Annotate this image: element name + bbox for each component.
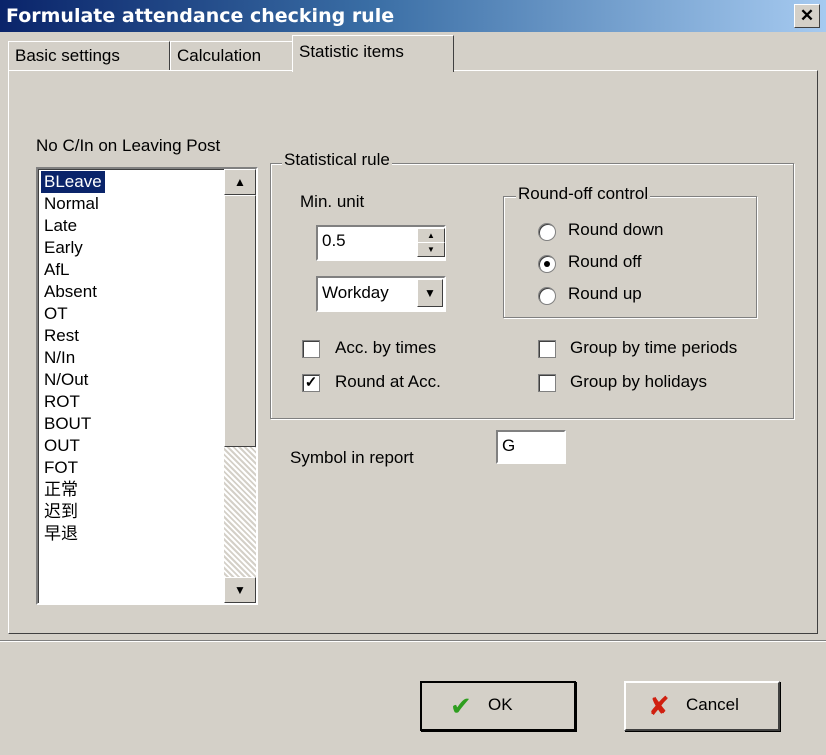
round-at-acc-label: Round at Acc. [335,372,441,391]
list-item[interactable]: BOUT [41,413,94,435]
tab-calculation[interactable]: Calculation [170,41,294,70]
list-item[interactable]: OT [41,303,71,325]
round-down-label: Round down [568,220,664,239]
tab-statistic-items[interactable]: Statistic items [292,35,454,72]
group-by-holidays-checkbox[interactable] [538,374,556,392]
round-up-label: Round up [568,284,642,303]
triangle-down-icon: ▼ [427,245,435,254]
radio-selected-dot [544,261,550,267]
footer-divider [0,640,826,642]
symbol-label: Symbol in report [290,448,414,467]
list-item[interactable]: N/Out [41,369,91,391]
ok-label: OK [488,695,513,714]
group-by-time-periods-label: Group by time periods [570,338,738,357]
unit-select-value: Workday [322,283,389,302]
triangle-up-icon: ▲ [427,231,435,240]
symbol-value: G [502,436,516,455]
min-unit-spinner[interactable]: 0.5 ▲ ▼ [316,225,446,261]
min-unit-value: 0.5 [322,231,346,250]
list-item[interactable]: 早退 [41,523,81,545]
list-item[interactable]: 迟到 [41,501,81,523]
list-item[interactable]: 正常 [41,479,81,501]
group-by-holidays-label: Group by holidays [570,372,708,391]
round-off-title: Round-off control [516,184,651,204]
ok-button[interactable]: ✔ OK [420,681,576,731]
list-item[interactable]: Late [41,215,80,237]
list-item[interactable]: OUT [41,435,83,457]
close-button[interactable]: ✕ [794,4,820,28]
list-item[interactable]: Rest [41,325,82,347]
list-item[interactable]: Absent [41,281,100,303]
min-unit-label: Min. unit [300,192,365,211]
list-item[interactable]: ROT [41,391,83,413]
group-by-time-periods-checkbox[interactable] [538,340,556,358]
scroll-down-button[interactable]: ▼ [224,577,256,603]
triangle-down-icon: ▼ [234,583,246,597]
round-down-radio[interactable] [538,223,556,241]
list-item[interactable]: Early [41,237,86,259]
dialog-window: Formulate attendance checking rule ✕ Bas… [0,0,826,755]
acc-by-times-label: Acc. by times [335,338,437,357]
cancel-button[interactable]: ✘ Cancel [624,681,780,731]
acc-by-times-checkbox[interactable] [302,340,320,358]
window-title: Formulate attendance checking rule [6,5,395,27]
unit-select[interactable]: Workday ▼ [316,276,446,312]
title-bar[interactable]: Formulate attendance checking rule ✕ [0,0,826,32]
list-label: No C/In on Leaving Post [36,136,221,155]
x-icon: ✘ [648,691,670,721]
check-icon: ✔ [450,691,472,721]
spin-up-button[interactable]: ▲ [417,228,445,243]
list-item-selected[interactable]: BLeave [40,170,106,194]
item-listbox[interactable]: BLeave Normal Late Early AfL Absent OT R… [36,167,258,605]
triangle-up-icon: ▲ [234,175,246,189]
round-at-acc-checkbox[interactable]: ✓ [302,374,320,392]
checkmark-icon: ✓ [304,374,318,391]
scroll-thumb[interactable] [224,195,256,447]
round-off-label: Round off [568,252,642,271]
statistical-rule-title: Statistical rule [282,150,392,170]
symbol-input[interactable]: G [496,430,566,464]
tab-basic-settings[interactable]: Basic settings [8,41,170,70]
round-off-radio[interactable] [538,255,556,273]
list-item[interactable]: AfL [41,259,73,281]
cancel-label: Cancel [686,695,739,714]
close-icon: ✕ [799,6,815,25]
unit-dropdown-button[interactable]: ▼ [417,279,443,307]
scroll-up-button[interactable]: ▲ [224,169,256,195]
list-item[interactable]: Normal [41,193,102,215]
spin-down-button[interactable]: ▼ [417,242,445,257]
spinner-buttons: ▲ ▼ [417,228,445,257]
round-up-radio[interactable] [538,287,556,305]
list-scrollbar[interactable]: ▲ ▼ [224,169,256,603]
list-item[interactable]: N/In [41,347,78,369]
triangle-down-icon: ▼ [424,286,436,300]
list-item[interactable]: FOT [41,457,81,479]
